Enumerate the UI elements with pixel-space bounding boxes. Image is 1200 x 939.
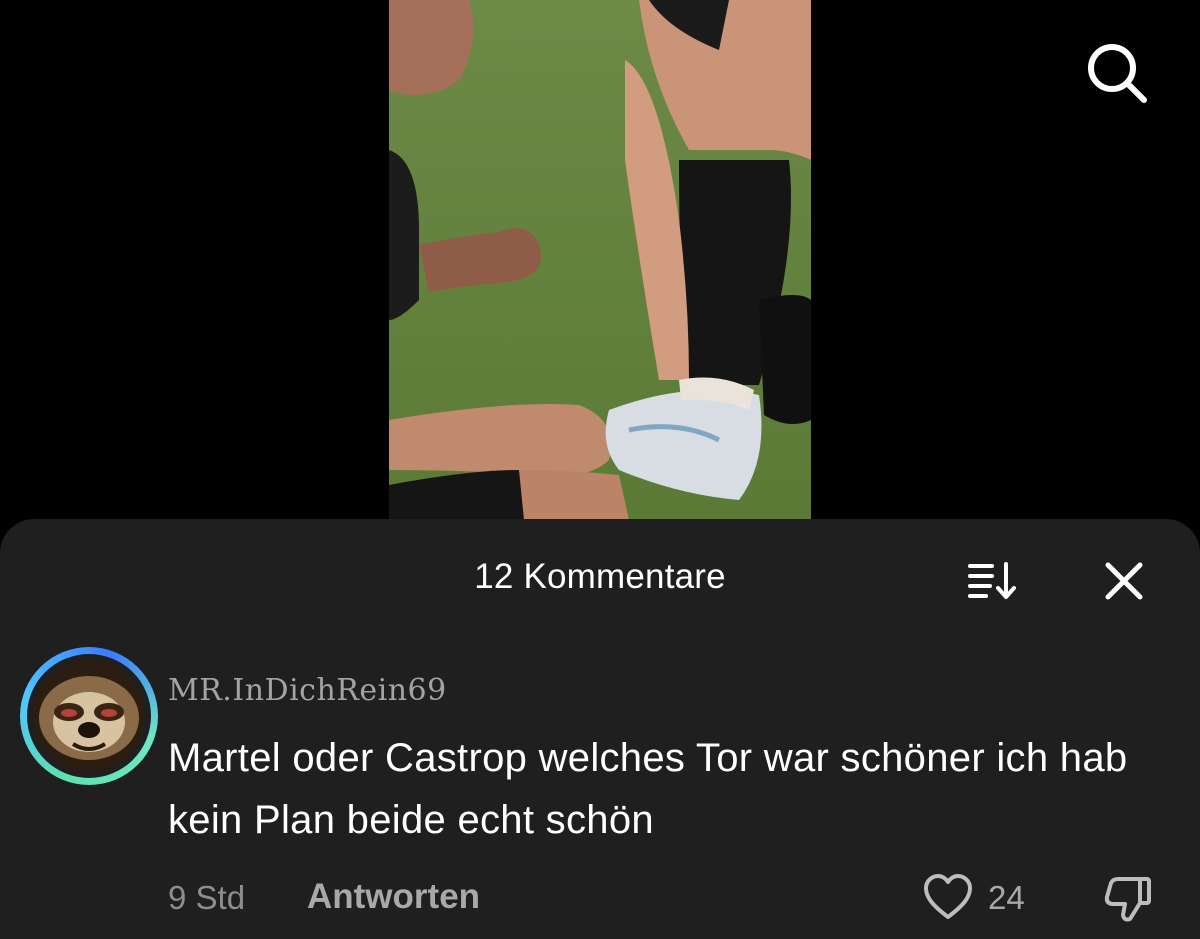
video-image bbox=[389, 0, 811, 520]
avatar[interactable] bbox=[20, 647, 158, 785]
comment-username[interactable]: MR.InDichRein69 bbox=[168, 673, 447, 708]
heart-icon bbox=[924, 874, 972, 919]
video-frame[interactable] bbox=[389, 0, 811, 520]
like-button[interactable] bbox=[920, 869, 976, 925]
app-screen: 12 Kommentare MR.InDichRein69 Martel ode… bbox=[0, 0, 1200, 939]
thumbs-down-icon bbox=[1104, 877, 1151, 922]
avatar-image bbox=[33, 660, 145, 772]
comment-item: MR.InDichRein69 Martel oder Castrop welc… bbox=[0, 647, 1200, 939]
avatar-border bbox=[27, 654, 151, 778]
reply-button[interactable]: Antworten bbox=[307, 877, 480, 917]
close-button[interactable] bbox=[1096, 553, 1152, 609]
search-icon bbox=[1088, 44, 1147, 103]
like-count: 24 bbox=[988, 879, 1025, 916]
sort-icon bbox=[968, 562, 1016, 599]
close-icon bbox=[1105, 562, 1143, 600]
comment-text: Martel oder Castrop welches Tor war schö… bbox=[168, 736, 1128, 842]
dislike-button[interactable] bbox=[1098, 869, 1158, 929]
sort-button[interactable] bbox=[960, 555, 1024, 605]
comment-timestamp: 9 Std bbox=[168, 879, 246, 916]
search-button[interactable] bbox=[1080, 40, 1152, 104]
comments-sheet: 12 Kommentare MR.InDichRein69 Martel ode… bbox=[0, 519, 1200, 939]
sloth-avatar-icon bbox=[33, 660, 145, 772]
